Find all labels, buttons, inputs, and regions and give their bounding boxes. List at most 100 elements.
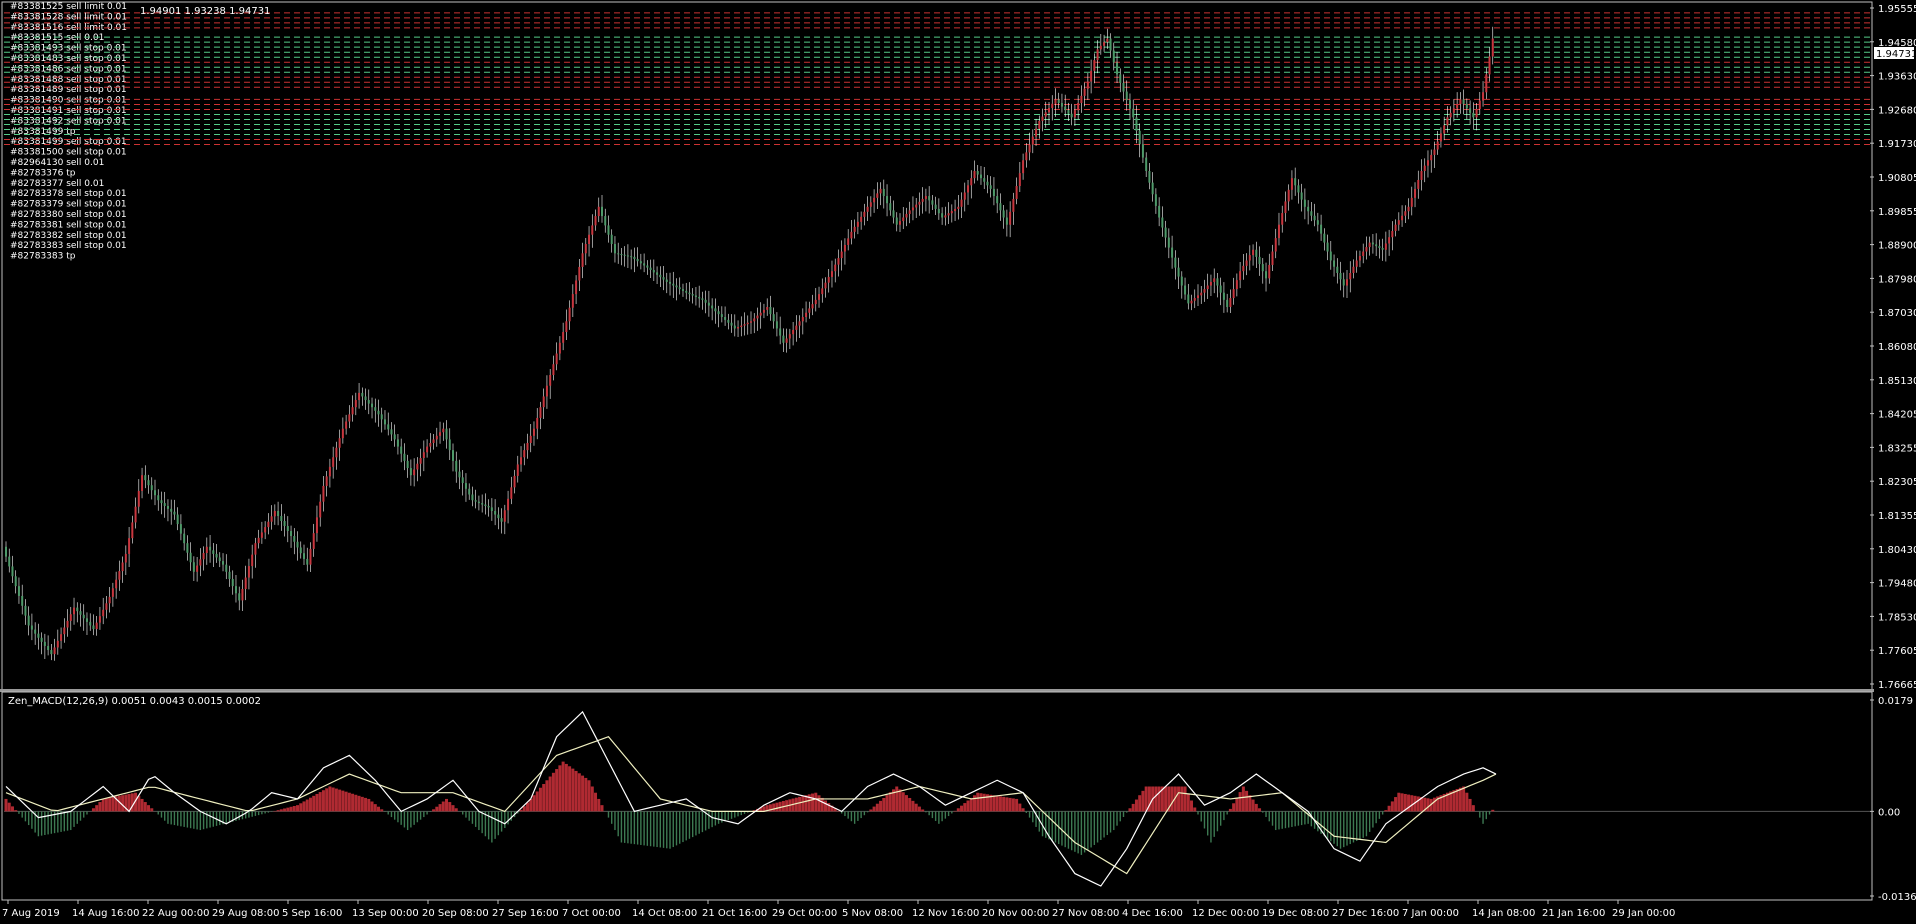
time-tick-label: 7 Oct 00:00 bbox=[562, 908, 621, 919]
price-tick-label: 1.88900 bbox=[1878, 241, 1916, 252]
candle-body bbox=[1235, 280, 1238, 290]
candle-body bbox=[529, 435, 532, 443]
candle-body bbox=[899, 221, 901, 225]
candle-body bbox=[905, 213, 908, 218]
candle-body bbox=[290, 531, 293, 537]
candle-body bbox=[513, 475, 516, 488]
candle-body bbox=[1355, 260, 1358, 267]
candle-body bbox=[1290, 178, 1293, 190]
candle-body bbox=[937, 208, 940, 214]
candle-body bbox=[707, 302, 710, 306]
candle-body bbox=[1407, 206, 1410, 212]
candle-body bbox=[1465, 103, 1468, 109]
candle-body bbox=[1258, 256, 1261, 265]
order-line-label: #82783381 sell stop 0.01 bbox=[10, 220, 127, 230]
candle-body bbox=[830, 271, 833, 277]
candle-body bbox=[915, 204, 918, 208]
price-tick-label: 1.78530 bbox=[1878, 612, 1916, 623]
candle-body bbox=[1365, 247, 1368, 252]
candle-body bbox=[1491, 38, 1494, 57]
candle-body bbox=[426, 446, 429, 453]
candle-body bbox=[886, 196, 889, 204]
candle-body bbox=[623, 254, 626, 256]
time-tick-label: 29 Jan 00:00 bbox=[1612, 908, 1675, 919]
candle-body bbox=[843, 244, 846, 252]
candle-body bbox=[358, 392, 361, 401]
candle-body bbox=[328, 466, 331, 477]
candle-body bbox=[1164, 227, 1167, 238]
candle-body bbox=[118, 571, 121, 580]
candle-body bbox=[1287, 189, 1290, 202]
price-tick-label: 1.85130 bbox=[1878, 376, 1916, 387]
candle-body bbox=[231, 578, 234, 587]
candle-body bbox=[1158, 205, 1161, 218]
candle-body bbox=[1054, 99, 1057, 104]
candle-body bbox=[303, 553, 305, 559]
candle-body bbox=[769, 306, 772, 315]
candle-body bbox=[740, 325, 743, 328]
candle-body bbox=[575, 280, 578, 295]
price-tick-label: 1.82305 bbox=[1878, 477, 1916, 488]
candle-body bbox=[503, 510, 506, 522]
candle-body bbox=[105, 603, 108, 610]
candle-body bbox=[970, 178, 973, 186]
candle-body bbox=[160, 500, 163, 504]
time-tick-label: 12 Dec 00:00 bbox=[1192, 908, 1259, 919]
candle-body bbox=[902, 217, 905, 222]
candle-body bbox=[306, 558, 309, 565]
candle-body bbox=[1255, 249, 1258, 257]
candle-body bbox=[241, 588, 244, 601]
candle-body bbox=[1177, 267, 1180, 277]
candle-body bbox=[1339, 272, 1342, 280]
candle-body bbox=[1125, 91, 1128, 101]
candle-body bbox=[464, 483, 467, 489]
candle-body bbox=[950, 211, 953, 214]
candle-body bbox=[170, 508, 173, 512]
candle-body bbox=[251, 554, 254, 567]
candle-body bbox=[1190, 300, 1193, 304]
time-tick-label: 20 Nov 00:00 bbox=[982, 908, 1049, 919]
candle-body bbox=[218, 557, 221, 562]
candle-body bbox=[1090, 70, 1093, 82]
order-line-label: #82783379 sell stop 0.01 bbox=[10, 200, 127, 210]
candle-body bbox=[1051, 103, 1054, 109]
candle-body bbox=[1371, 242, 1374, 245]
candle-body bbox=[21, 595, 24, 606]
candle-body bbox=[1154, 194, 1157, 206]
time-tick-label: 27 Dec 16:00 bbox=[1332, 908, 1399, 919]
candle-body bbox=[704, 299, 707, 303]
candle-body bbox=[377, 410, 380, 415]
macd-header: Zen_MACD(12,26,9) 0.0051 0.0043 0.0015 0… bbox=[8, 696, 261, 707]
candle-body bbox=[222, 561, 225, 565]
price-tick-label: 1.76665 bbox=[1878, 680, 1916, 691]
candle-body bbox=[1229, 298, 1232, 307]
candle-body bbox=[520, 457, 523, 465]
candle-body bbox=[785, 338, 788, 343]
candle-body bbox=[1044, 112, 1047, 117]
order-line-label: #82964130 sell 0.01 bbox=[10, 158, 104, 168]
candle-body bbox=[866, 206, 869, 212]
candle-body bbox=[850, 231, 853, 239]
candle-body bbox=[766, 306, 769, 310]
candle-body bbox=[532, 428, 535, 436]
order-line-label: #82783383 tp bbox=[10, 252, 76, 262]
candle-body bbox=[1482, 92, 1485, 101]
price-tick-label: 1.95555 bbox=[1878, 4, 1916, 15]
candle-body bbox=[659, 274, 662, 278]
candle-body bbox=[53, 647, 56, 655]
candle-body bbox=[416, 463, 419, 470]
candle-body bbox=[1122, 82, 1125, 92]
candle-body bbox=[1167, 237, 1170, 248]
candle-body bbox=[419, 458, 422, 464]
candle-body bbox=[487, 505, 490, 508]
macd-tick-label: 0.00 bbox=[1878, 807, 1900, 818]
candle-body bbox=[986, 181, 989, 186]
candle-body bbox=[963, 192, 966, 200]
candle-body bbox=[924, 196, 927, 199]
candle-body bbox=[1346, 279, 1348, 286]
candle-body bbox=[1138, 130, 1141, 145]
candle-body bbox=[724, 317, 727, 320]
candle-body bbox=[1116, 62, 1119, 75]
candle-body bbox=[280, 515, 283, 521]
time-tick-label: 29 Aug 08:00 bbox=[212, 908, 279, 919]
